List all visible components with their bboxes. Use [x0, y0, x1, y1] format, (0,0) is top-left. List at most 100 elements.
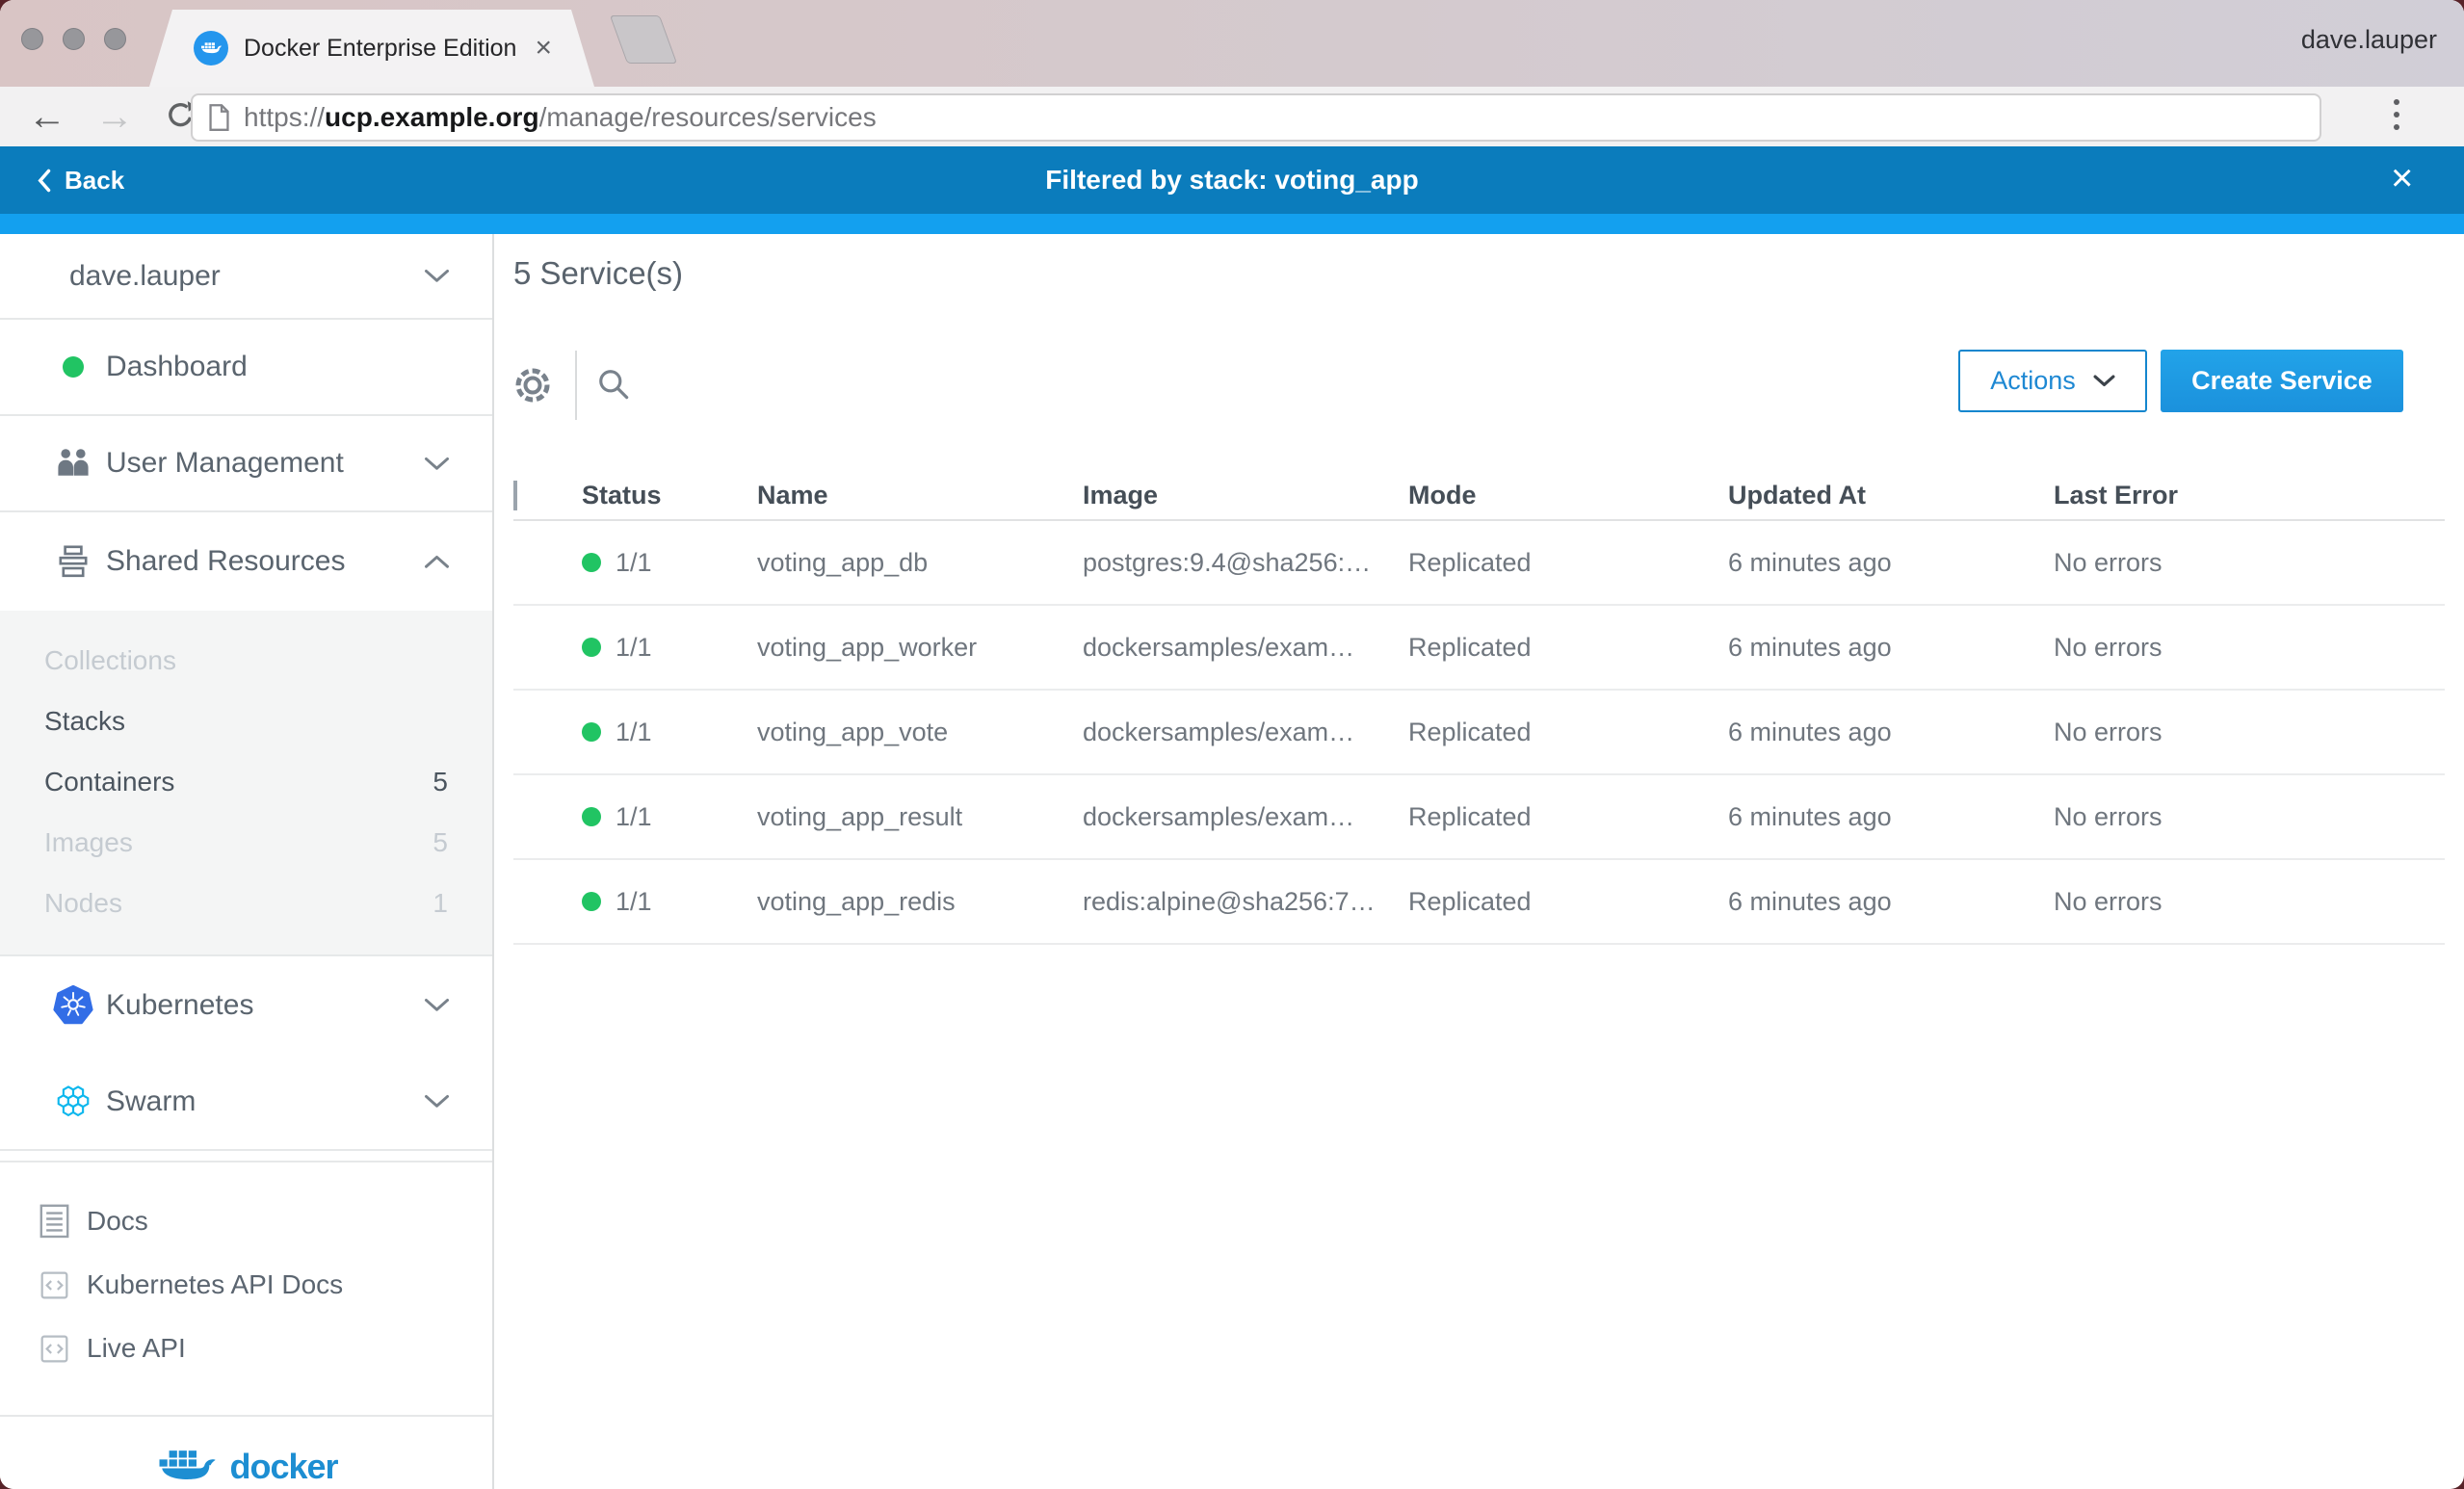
status-cell: 1/1: [582, 548, 757, 578]
table-row[interactable]: 1/1 voting_app_redis redis:alpine@sha256…: [513, 860, 2445, 945]
chevron-up-icon: [424, 555, 450, 569]
status-cell: 1/1: [582, 633, 757, 663]
code-icon: [35, 1271, 73, 1299]
count-badge: 1: [433, 888, 448, 919]
code-icon: [35, 1335, 73, 1363]
sidebar-item-user-management[interactable]: User Management: [0, 416, 492, 512]
swarm-icon: [52, 1085, 94, 1118]
gear-icon[interactable]: [511, 364, 554, 406]
sidebar-item-shared-resources[interactable]: Shared Resources: [0, 512, 492, 611]
image-cell: dockersamples/exam…: [1083, 718, 1408, 747]
tab-close-icon[interactable]: ×: [535, 34, 552, 63]
sidebar-item-docs[interactable]: Docs: [0, 1189, 492, 1253]
traffic-light-close[interactable]: [21, 28, 43, 50]
service-name-cell: voting_app_db: [757, 548, 1083, 578]
mode-cell: Replicated: [1408, 633, 1728, 663]
sidebar-subitem[interactable]: Images 5: [0, 812, 492, 873]
sidebar-item-kubernetes[interactable]: Kubernetes: [0, 956, 492, 1054]
docs-section: Docs Kubernetes API Docs Live API: [0, 1161, 492, 1380]
sidebar-subitem[interactable]: Stacks: [0, 691, 492, 751]
url-bar[interactable]: https://ucp.example.org/manage/resources…: [191, 93, 2321, 142]
window-profile-name: dave.lauper: [2301, 25, 2437, 55]
table-row[interactable]: 1/1 voting_app_db postgres:9.4@sha256:… …: [513, 521, 2445, 606]
sidebar-subitem[interactable]: Collections: [0, 630, 492, 691]
docker-whale-icon: [154, 1442, 218, 1489]
traffic-light-minimize[interactable]: [63, 28, 85, 50]
status-dot-icon: [582, 553, 601, 572]
status-dot-icon: [582, 722, 601, 742]
mode-cell: Replicated: [1408, 548, 1728, 578]
column-header-image[interactable]: Image: [1083, 481, 1408, 510]
chevron-down-icon: [424, 1094, 450, 1109]
sidebar-item-swarm[interactable]: Swarm: [0, 1054, 492, 1151]
column-header-name[interactable]: Name: [757, 481, 1083, 510]
sidebar-item-dashboard[interactable]: Dashboard: [0, 320, 492, 416]
status-dot-icon: [582, 892, 601, 911]
image-cell: dockersamples/exam…: [1083, 633, 1408, 663]
browser-toolbar: ← → https://ucp.example.org/manage/resou…: [0, 87, 2464, 146]
last-error-cell: No errors: [2054, 802, 2445, 832]
table-row[interactable]: 1/1 voting_app_result dockersamples/exam…: [513, 775, 2445, 860]
document-icon: [35, 1204, 73, 1239]
traffic-light-zoom[interactable]: [104, 28, 126, 50]
status-cell: 1/1: [582, 802, 757, 832]
create-service-button[interactable]: Create Service: [2161, 350, 2403, 412]
actions-button[interactable]: Actions: [1958, 350, 2147, 412]
service-name-cell: voting_app_worker: [757, 633, 1083, 663]
sidebar-item-kubernetes-api-docs[interactable]: Kubernetes API Docs: [0, 1253, 492, 1317]
status-cell: 1/1: [582, 718, 757, 747]
docker-favicon-icon: [194, 31, 228, 65]
column-header-last-error[interactable]: Last Error: [2054, 481, 2445, 510]
updated-at-cell: 6 minutes ago: [1728, 802, 2054, 832]
chevron-down-icon: [424, 998, 450, 1012]
page-icon: [208, 104, 230, 131]
toolbar-divider: [575, 351, 577, 420]
browser-tab[interactable]: Docker Enterprise Edition ×: [149, 10, 594, 87]
search-icon[interactable]: [596, 367, 633, 404]
table-row[interactable]: 1/1 voting_app_vote dockersamples/exam… …: [513, 691, 2445, 775]
url-text: https://ucp.example.org/manage/resources…: [244, 102, 877, 133]
table-header: Status Name Image Mode Updated At Last E…: [513, 472, 2445, 521]
updated-at-cell: 6 minutes ago: [1728, 887, 2054, 917]
sidebar-subitem[interactable]: Nodes 1: [0, 873, 492, 933]
last-error-cell: No errors: [2054, 718, 2445, 747]
last-error-cell: No errors: [2054, 548, 2445, 578]
column-header-updated-at[interactable]: Updated At: [1728, 481, 2054, 510]
account-name: dave.lauper: [69, 260, 221, 293]
browser-menu-icon[interactable]: [2393, 99, 2400, 130]
users-icon: [52, 448, 94, 478]
status-dot-icon: [582, 638, 601, 657]
chevron-down-icon: [424, 457, 450, 471]
sidebar-account-menu[interactable]: dave.lauper: [0, 234, 492, 320]
column-header-status[interactable]: Status: [582, 481, 757, 510]
service-name-cell: voting_app_result: [757, 802, 1083, 832]
count-badge: 5: [433, 827, 448, 858]
table-tools: [511, 347, 633, 424]
sidebar: dave.lauper Dashboard User Management Sh…: [0, 234, 494, 1489]
updated-at-cell: 6 minutes ago: [1728, 718, 2054, 747]
banner-close-icon[interactable]: ×: [2391, 146, 2413, 210]
last-error-cell: No errors: [2054, 887, 2445, 917]
sidebar-subitem[interactable]: Containers 5: [0, 751, 492, 812]
mode-cell: Replicated: [1408, 887, 1728, 917]
last-error-cell: No errors: [2054, 633, 2445, 663]
sidebar-item-live-api[interactable]: Live API: [0, 1317, 492, 1380]
kubernetes-icon: [52, 985, 94, 1026]
image-cell: postgres:9.4@sha256:…: [1083, 548, 1408, 578]
updated-at-cell: 6 minutes ago: [1728, 548, 2054, 578]
select-all-checkbox[interactable]: [513, 481, 517, 510]
banner-title: Filtered by stack: voting_app: [0, 146, 2464, 214]
mode-cell: Replicated: [1408, 718, 1728, 747]
new-tab-button[interactable]: [610, 15, 677, 64]
table-row[interactable]: 1/1 voting_app_worker dockersamples/exam…: [513, 606, 2445, 691]
chevron-down-icon: [2093, 375, 2115, 387]
services-table: Status Name Image Mode Updated At Last E…: [513, 472, 2445, 945]
service-name-cell: voting_app_vote: [757, 718, 1083, 747]
browser-window: Docker Enterprise Edition × dave.lauper …: [0, 0, 2464, 1489]
back-icon[interactable]: ←: [23, 87, 71, 146]
image-cell: redis:alpine@sha256:7…: [1083, 887, 1408, 917]
chevron-down-icon: [424, 269, 450, 283]
status-dot-icon: [52, 356, 94, 378]
column-header-mode[interactable]: Mode: [1408, 481, 1728, 510]
mode-cell: Replicated: [1408, 802, 1728, 832]
